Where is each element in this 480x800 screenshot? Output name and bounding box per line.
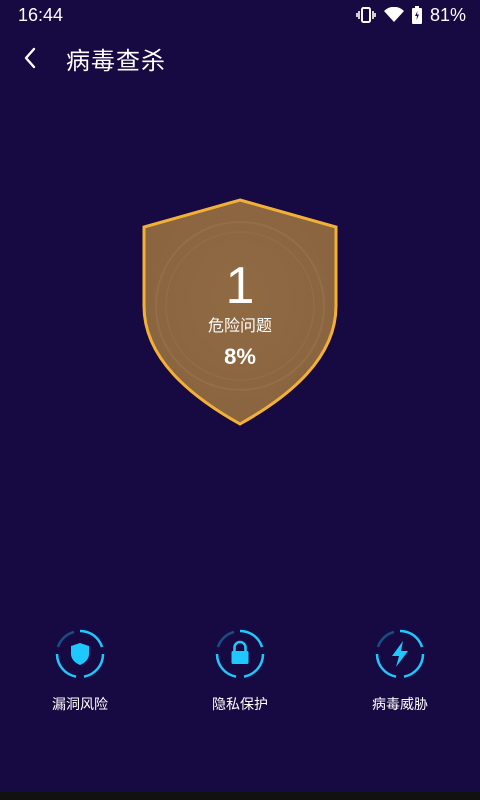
danger-count: 1: [225, 257, 255, 315]
feature-label: 漏洞风险: [52, 697, 108, 713]
feature-label: 病毒威胁: [372, 697, 428, 713]
bottom-nav-bar: [0, 792, 480, 800]
chevron-left-icon: [24, 47, 36, 69]
shield-icon: [55, 629, 105, 678]
lightning-icon: [375, 629, 425, 678]
feature-vulnerability[interactable]: 漏洞风险: [20, 628, 140, 714]
feature-virus-threat[interactable]: 病毒威胁: [340, 628, 460, 714]
back-button[interactable]: [2, 30, 58, 86]
wifi-icon: [383, 7, 404, 23]
scan-shield: 1 危险问题 8%: [140, 196, 340, 428]
feature-row: 漏洞风险 隐私保护 病毒威胁: [0, 628, 480, 718]
feature-privacy[interactable]: 隐私保护: [180, 628, 300, 714]
scan-progress: 8%: [224, 344, 256, 369]
status-bar: 16:44 81%: [0, 0, 480, 30]
page-title: 病毒查杀: [66, 46, 166, 75]
battery-icon: [411, 6, 422, 24]
vibrate-icon: [356, 6, 376, 24]
lock-icon: [215, 629, 265, 678]
feature-label: 隐私保护: [212, 697, 268, 713]
screen: 16:44 81% 病毒查杀 1 危险问题 8% 漏洞风险 隐私保护 病毒威胁: [0, 0, 480, 800]
status-time: 16:44: [18, 4, 64, 25]
app-bar: 病毒查杀: [0, 30, 480, 86]
danger-label: 危险问题: [207, 316, 272, 335]
status-icons: 81%: [356, 5, 466, 26]
battery-percent: 81%: [429, 4, 466, 25]
